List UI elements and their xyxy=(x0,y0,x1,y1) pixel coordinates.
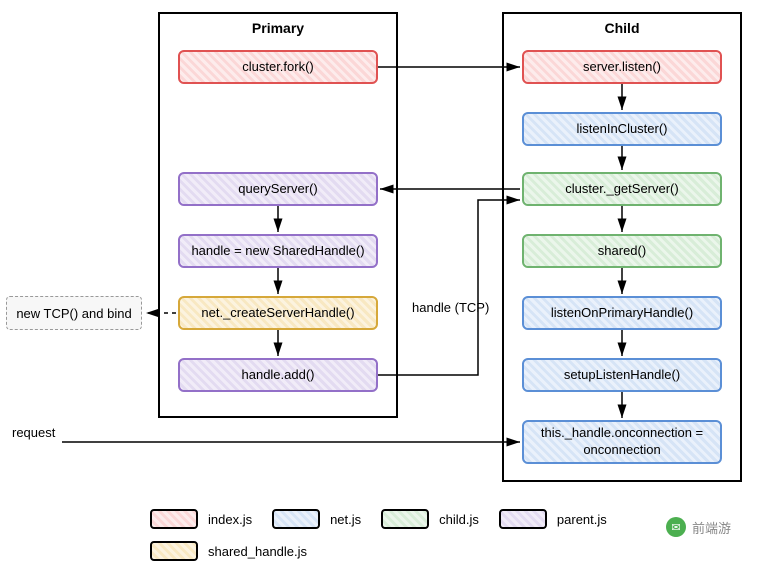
node-query-server: queryServer() xyxy=(178,172,378,206)
node-label: this._handle.onconnection = onconnection xyxy=(530,425,714,459)
edge-label: request xyxy=(12,425,55,440)
legend-item-net: net.js xyxy=(272,509,361,529)
node-label: server.listen() xyxy=(583,59,661,76)
wechat-icon: ✉ xyxy=(666,517,686,537)
label-handle-tcp: handle (TCP) xyxy=(412,300,489,315)
node-shared: shared() xyxy=(522,234,722,268)
legend-label: index.js xyxy=(208,512,252,527)
legend-sw-purple xyxy=(499,509,547,529)
node-listen-in-cluster: listenInCluster() xyxy=(522,112,722,146)
legend-item-child: child.js xyxy=(381,509,479,529)
node-label: cluster._getServer() xyxy=(565,181,678,198)
legend-sw-yellow xyxy=(150,541,198,561)
node-listen-on-primary-handle: listenOnPrimaryHandle() xyxy=(522,296,722,330)
legend-sw-green xyxy=(381,509,429,529)
child-title: Child xyxy=(504,20,740,36)
node-label: queryServer() xyxy=(238,181,317,198)
node-create-server-handle: net._createServerHandle() xyxy=(178,296,378,330)
node-handle-add: handle.add() xyxy=(178,358,378,392)
legend-label: parent.js xyxy=(557,512,607,527)
legend: index.js net.js child.js parent.js share… xyxy=(150,509,729,561)
node-label: handle.add() xyxy=(242,367,315,384)
legend-label: child.js xyxy=(439,512,479,527)
node-setup-listen-handle: setupListenHandle() xyxy=(522,358,722,392)
node-cluster-fork: cluster.fork() xyxy=(178,50,378,84)
legend-item-index: index.js xyxy=(150,509,252,529)
node-server-listen: server.listen() xyxy=(522,50,722,84)
node-label: shared() xyxy=(598,243,646,260)
node-onconnection: this._handle.onconnection = onconnection xyxy=(522,420,722,464)
node-label: cluster.fork() xyxy=(242,59,314,76)
legend-sw-blue xyxy=(272,509,320,529)
node-label: listenInCluster() xyxy=(576,121,667,138)
watermark-text: 前端游 xyxy=(692,518,731,537)
node-get-server: cluster._getServer() xyxy=(522,172,722,206)
label-request: request xyxy=(12,425,55,440)
node-label: setupListenHandle() xyxy=(564,367,680,384)
note-new-tcp: new TCP() and bind xyxy=(6,296,142,330)
node-label: net._createServerHandle() xyxy=(201,305,354,322)
note-label: new TCP() and bind xyxy=(16,306,131,321)
legend-label: net.js xyxy=(330,512,361,527)
node-label: listenOnPrimaryHandle() xyxy=(551,305,693,322)
node-new-shared-handle: handle = new SharedHandle() xyxy=(178,234,378,268)
legend-sw-red xyxy=(150,509,198,529)
primary-title: Primary xyxy=(160,20,396,36)
legend-label: shared_handle.js xyxy=(208,544,307,559)
node-label: handle = new SharedHandle() xyxy=(191,243,364,260)
watermark: ✉ 前端游 xyxy=(666,517,731,537)
legend-item-parent: parent.js xyxy=(499,509,607,529)
legend-item-shared-handle: shared_handle.js xyxy=(150,541,307,561)
edge-label: handle (TCP) xyxy=(412,300,489,315)
